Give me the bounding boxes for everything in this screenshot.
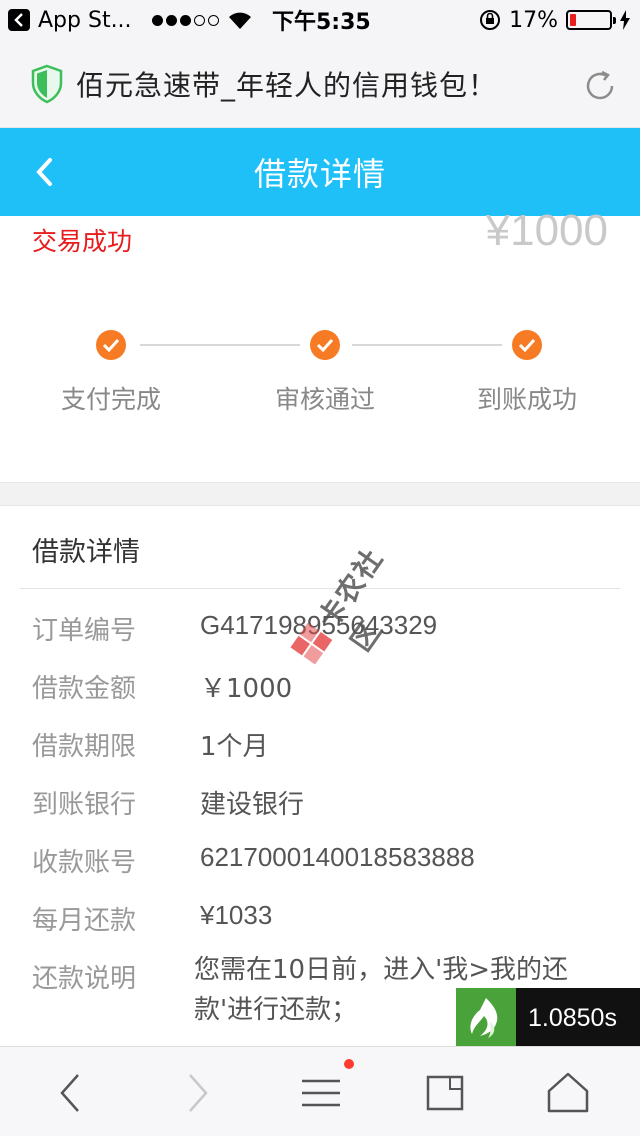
- notification-dot: [344, 1059, 354, 1069]
- detail-key: 还款说明: [32, 964, 137, 994]
- detail-value: 1个月: [200, 732, 269, 762]
- detail-value: 建设银行: [200, 790, 305, 820]
- wifi-icon: [229, 12, 251, 29]
- step-label-arrival: 到账成功: [476, 385, 577, 414]
- back-icon[interactable]: [46, 1069, 96, 1117]
- detail-value: G417198955643329: [200, 610, 438, 640]
- step-connector: [352, 344, 502, 346]
- step-label-payment: 支付完成: [60, 385, 161, 414]
- detail-value: 6217000140018583888: [200, 842, 475, 872]
- divider: [20, 588, 620, 589]
- browser-page-title: 佰元急速带_年轻人的信用钱包！: [76, 68, 498, 102]
- speed-widget[interactable]: 1.0850s: [456, 988, 640, 1048]
- check-icon: [96, 330, 126, 360]
- step-connector: [140, 344, 300, 346]
- step-label-review: 审核通过: [274, 385, 375, 414]
- battery-percent: 17%: [509, 7, 558, 33]
- battery-icon: [566, 10, 616, 30]
- detail-key: 借款期限: [32, 732, 137, 762]
- forward-icon[interactable]: [172, 1069, 222, 1117]
- browser-toolbar: [0, 1046, 640, 1136]
- section-separator: [0, 482, 640, 506]
- detail-value: ¥1033: [200, 900, 273, 930]
- detail-key: 到账银行: [32, 790, 137, 820]
- flame-logo-icon: [456, 988, 516, 1048]
- back-arrow-icon: [8, 9, 30, 31]
- browser-address-bar: 佰元急速带_年轻人的信用钱包！: [0, 40, 640, 128]
- menu-icon[interactable]: [296, 1069, 346, 1117]
- check-icon: [512, 330, 542, 360]
- detail-key: 每月还款: [32, 906, 137, 936]
- loan-details-card: 借款详情 订单编号 G417198955643329 借款金额 ￥1000 借款…: [0, 506, 640, 1046]
- detail-value: ￥1000: [200, 674, 293, 704]
- progress-steps: 支付完成 审核通过 到账成功: [0, 326, 640, 416]
- status-time: 下午5:35: [272, 10, 371, 35]
- rotation-lock-icon: [480, 10, 501, 30]
- back-to-app-button[interactable]: App St...: [0, 8, 150, 33]
- detail-key: 借款金额: [32, 674, 137, 704]
- transaction-summary: 交易成功 ¥1000 支付完成 审核通过 到账成功: [0, 206, 640, 482]
- back-chevron-icon[interactable]: [30, 150, 60, 194]
- signal-strength-icon: [152, 14, 219, 26]
- speed-value: 1.0850s: [528, 1003, 617, 1032]
- status-bar: App St... 下午5:35 17%: [0, 0, 640, 40]
- tabs-icon[interactable]: [420, 1069, 470, 1117]
- loan-amount: ¥1000: [485, 206, 608, 255]
- transaction-status: 交易成功: [32, 227, 133, 256]
- details-title: 借款详情: [32, 537, 140, 568]
- check-icon: [310, 330, 340, 360]
- page-title: 借款详情: [253, 155, 386, 193]
- charging-icon: [620, 10, 630, 30]
- refresh-icon[interactable]: [580, 66, 620, 106]
- home-icon[interactable]: [543, 1069, 593, 1117]
- detail-key: 收款账号: [32, 848, 137, 878]
- back-app-label: App St...: [38, 7, 132, 33]
- page-header: 借款详情: [0, 128, 640, 216]
- shield-icon: [31, 64, 63, 103]
- detail-key: 订单编号: [32, 616, 137, 646]
